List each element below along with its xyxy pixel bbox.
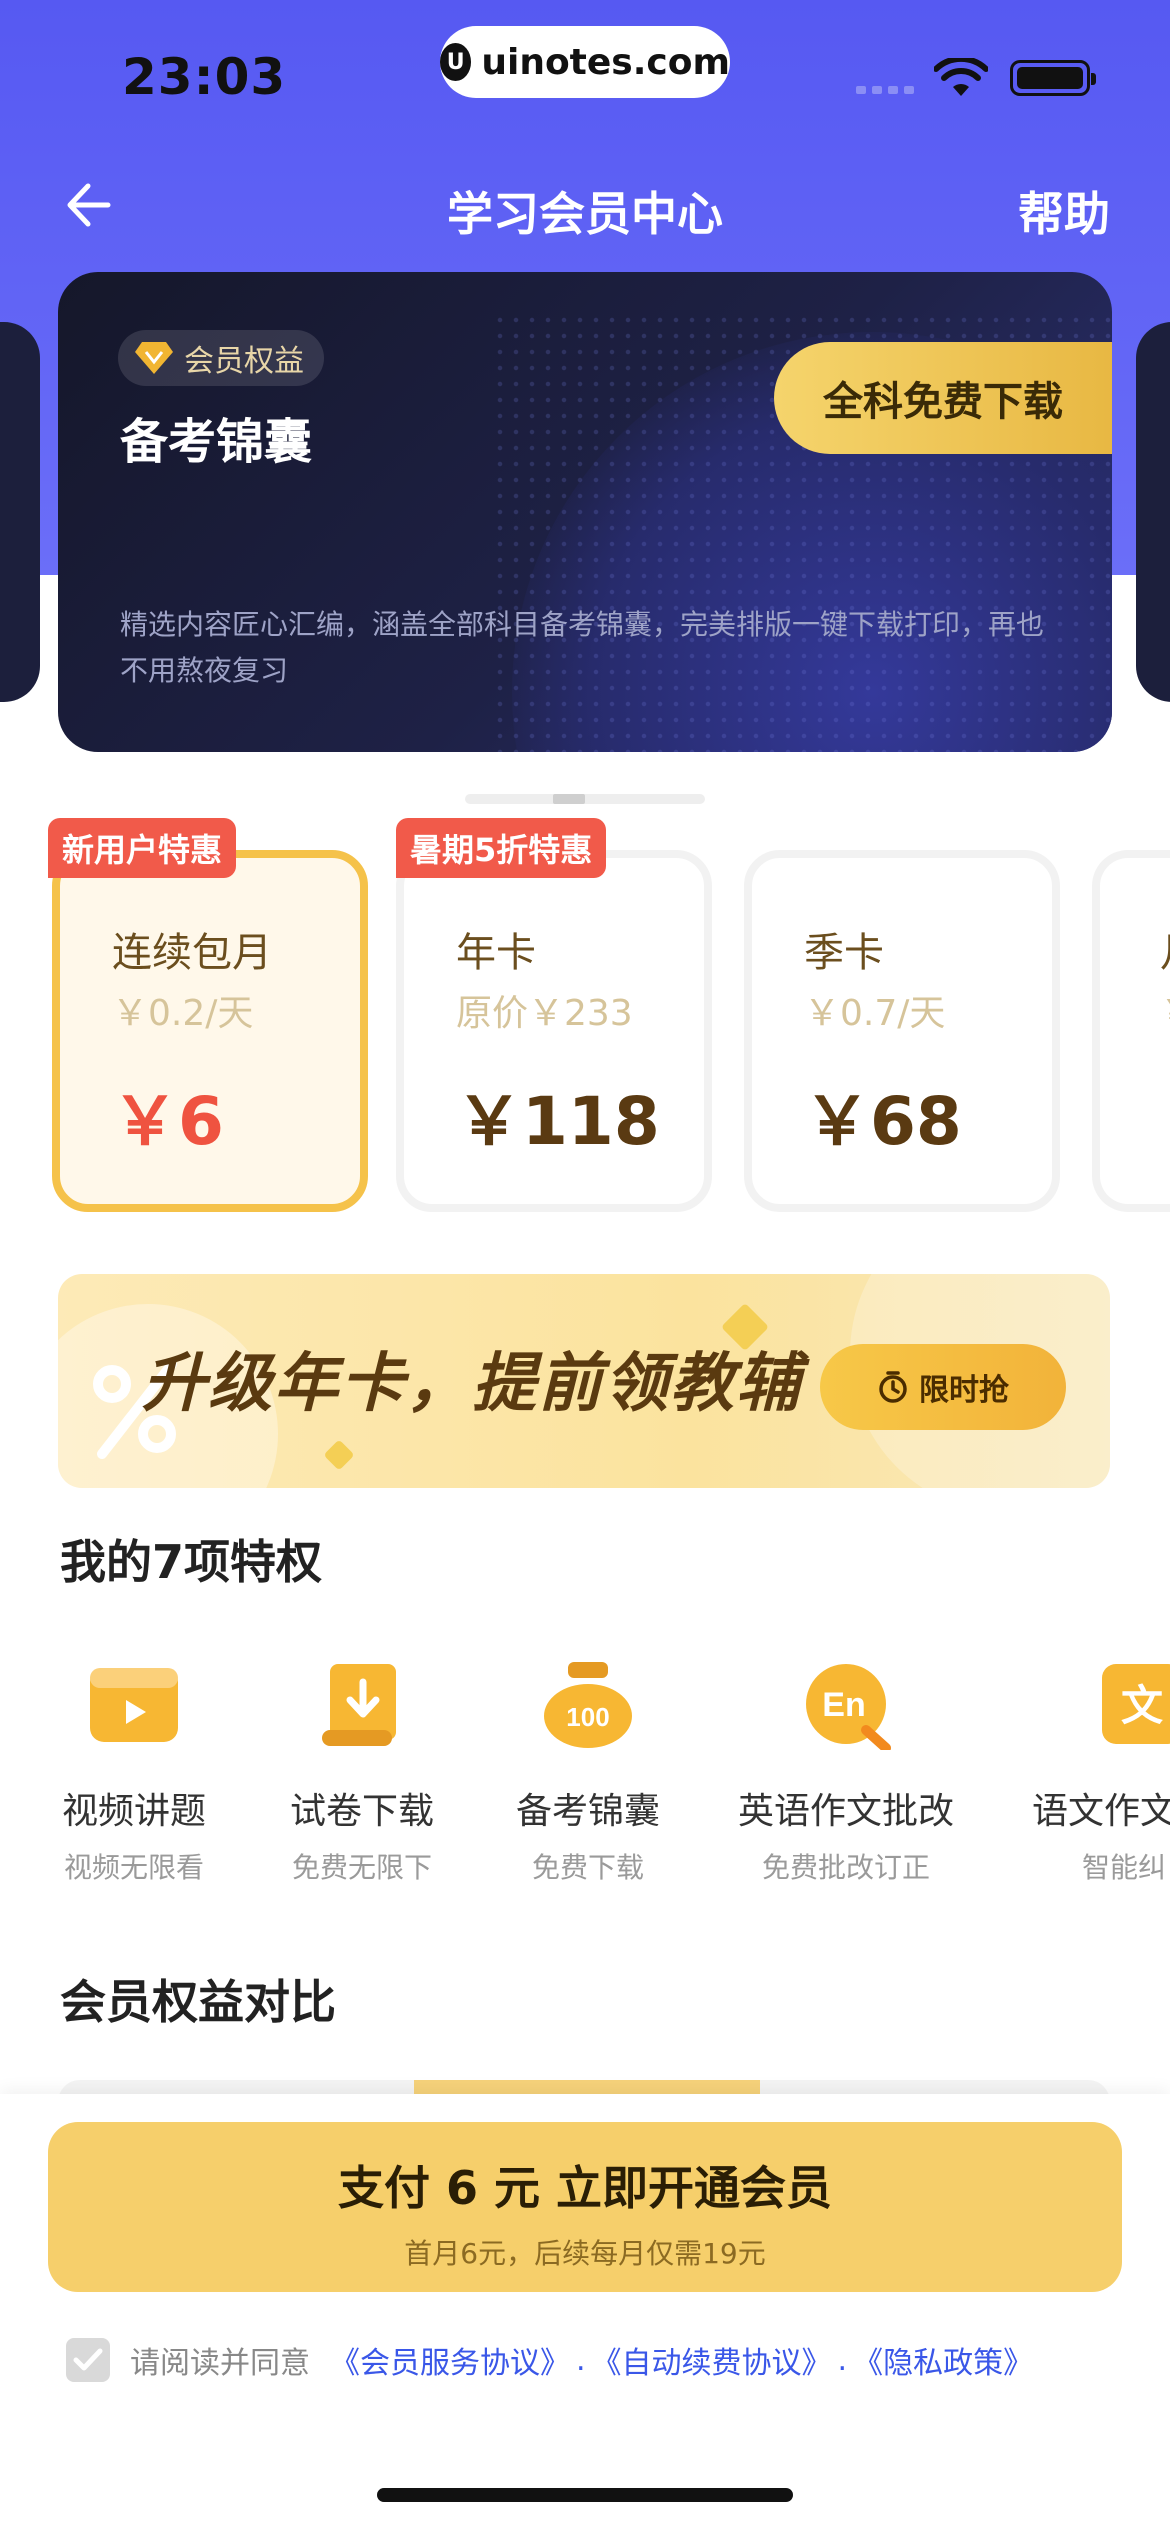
pay-button[interactable]: 支付 6 元 立即开通会员 首月6元，后续每月仅需19元 bbox=[48, 2122, 1122, 2292]
home-indicator bbox=[377, 2488, 793, 2502]
privilege-english-essay[interactable]: En 英语作文批改 免费批改订正 bbox=[736, 1660, 956, 1886]
diamond-icon bbox=[135, 342, 173, 374]
privilege-sub: 视频无限看 bbox=[63, 1851, 204, 1884]
banner-title: 备考锦囊 bbox=[120, 414, 313, 470]
carousel-indicator bbox=[465, 794, 705, 804]
promo-text: 升级年卡，提前领教辅 bbox=[142, 1347, 802, 1421]
plan-name: 年卡 bbox=[456, 930, 536, 976]
privilege-title: 英语作文批改 bbox=[737, 1791, 954, 1832]
limited-time-label: 限时抢 bbox=[919, 1373, 1009, 1408]
plan-tag-summer: 暑期5折特惠 bbox=[396, 818, 607, 878]
money-bag-icon: 100 bbox=[544, 1662, 632, 1748]
plan-name: 月 bbox=[1160, 920, 1170, 978]
agree-checkbox[interactable] bbox=[66, 2338, 110, 2382]
page-title: 学习会员中心 bbox=[447, 187, 723, 241]
privilege-title: 语文作文 bbox=[1032, 1791, 1170, 1832]
agreement-row: 请阅读并同意 《会员服务协议》 . 《自动续费协议》 . 《隐私政策》 bbox=[66, 2338, 1033, 2382]
site-logo-icon: U bbox=[440, 43, 472, 81]
pay-main-label: 支付 6 元 立即开通会员 bbox=[337, 2161, 833, 2215]
url-pill[interactable]: U uinotes.com bbox=[440, 26, 730, 98]
privilege-chinese-essay[interactable]: 文 语文作文 智能纠 bbox=[1026, 1660, 1170, 1886]
carousel-prev-card[interactable] bbox=[0, 322, 40, 702]
stopwatch-icon bbox=[879, 1371, 907, 1403]
agreement-prefix: 请阅读并同意 bbox=[130, 2346, 310, 2381]
privilege-video[interactable]: 视频讲题 视频无限看 bbox=[24, 1660, 244, 1886]
privilege-title: 视频讲题 bbox=[61, 1791, 206, 1832]
privilege-title: 备考锦囊 bbox=[515, 1791, 660, 1832]
plan-price: ￥ bbox=[1160, 1068, 1170, 1164]
pay-sub-label: 首月6元，后续每月仅需19元 bbox=[404, 2237, 766, 2270]
plan-card-yearly[interactable]: 年卡 原价￥233 ￥118 bbox=[396, 850, 712, 1212]
compare-title: 会员权益对比 bbox=[60, 1975, 336, 2029]
auto-renew-agreement-link[interactable]: 《自动续费协议》 bbox=[592, 2338, 832, 2382]
privacy-policy-link[interactable]: 《隐私政策》 bbox=[853, 2338, 1033, 2382]
privilege-sub: 免费批改订正 bbox=[761, 1851, 930, 1884]
privileges-title: 我的7项特权 bbox=[60, 1535, 323, 1589]
plan-daily-price: ￥0.2/天 bbox=[112, 993, 254, 1034]
carousel-next-card[interactable] bbox=[1136, 322, 1170, 702]
privilege-sub: 智能纠 bbox=[1082, 1851, 1167, 1884]
status-time: 23:03 bbox=[122, 48, 287, 106]
plan-card-partial[interactable]: 月 ￥ ￥ bbox=[1092, 850, 1170, 1212]
service-agreement-link[interactable]: 《会员服务协议》 bbox=[330, 2338, 570, 2382]
scroll-download-icon bbox=[322, 1664, 396, 1746]
privilege-paper-download[interactable]: 试卷下载 免费无限下 bbox=[252, 1660, 472, 1886]
video-play-icon bbox=[90, 1668, 178, 1742]
privilege-title: 试卷下载 bbox=[289, 1791, 434, 1832]
member-benefit-badge: 会员权益 bbox=[118, 330, 324, 386]
plan-price: ￥68 bbox=[804, 1083, 962, 1160]
plan-daily-price: ￥0.7/天 bbox=[804, 993, 946, 1034]
url-text: uinotes.com bbox=[481, 41, 730, 83]
plan-card-monthly[interactable]: 连续包月 ￥0.2/天 ￥6 bbox=[52, 850, 368, 1212]
sparkle-icon bbox=[323, 1439, 355, 1471]
limited-time-button[interactable]: 限时抢 bbox=[820, 1344, 1066, 1430]
plan-tag-new-user: 新用户特惠 bbox=[48, 818, 237, 878]
plan-daily-price: ￥ bbox=[1160, 984, 1170, 1036]
banner-description: 精选内容匠心汇编，涵盖全部科目备考锦囊，完美排版一键下载打印，再也不用熬夜复习 bbox=[120, 608, 1045, 687]
check-icon bbox=[73, 2348, 103, 2371]
benefit-banner[interactable]: 会员权益 备考锦囊 全科免费下载 精选内容匠心汇编，涵盖全部科目备考锦囊，完美排… bbox=[58, 272, 1112, 752]
privilege-sub: 免费下载 bbox=[531, 1851, 644, 1884]
separator: . bbox=[837, 2342, 848, 2378]
plan-card-quarterly[interactable]: 季卡 ￥0.7/天 ￥68 bbox=[744, 850, 1060, 1212]
free-download-button[interactable]: 全科免费下载 bbox=[774, 342, 1112, 454]
english-bubble-icon: En bbox=[806, 1664, 891, 1753]
coin-label: 100 bbox=[566, 1702, 609, 1732]
plan-price: ￥118 bbox=[456, 1083, 660, 1160]
upgrade-promo-banner[interactable]: 升级年卡，提前领教辅 限时抢 bbox=[58, 1274, 1110, 1488]
wen-label: 文 bbox=[1121, 1681, 1163, 1730]
privilege-sub: 免费无限下 bbox=[291, 1851, 432, 1884]
plan-original-price: 原价￥233 bbox=[456, 993, 633, 1034]
separator: . bbox=[576, 2342, 586, 2378]
wifi-icon bbox=[934, 58, 988, 96]
chinese-essay-icon: 文 bbox=[1102, 1664, 1170, 1744]
cellular-signal-icon bbox=[856, 86, 914, 94]
privilege-exam-kit[interactable]: 100 备考锦囊 免费下载 bbox=[478, 1660, 698, 1886]
plan-name: 连续包月 bbox=[112, 930, 272, 976]
en-label: En bbox=[822, 1686, 865, 1724]
battery-icon bbox=[1010, 60, 1096, 96]
badge-label: 会员权益 bbox=[184, 344, 304, 379]
plan-price: ￥6 bbox=[112, 1083, 224, 1160]
help-button[interactable]: 帮助 bbox=[1018, 178, 1110, 244]
plan-name: 季卡 bbox=[804, 930, 884, 976]
